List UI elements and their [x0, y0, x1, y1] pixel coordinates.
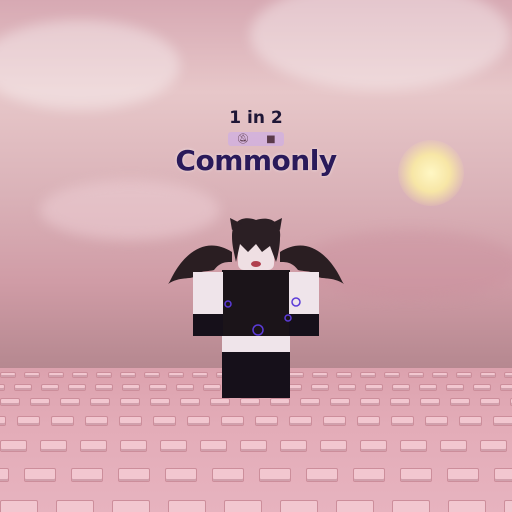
torso-belt: [222, 336, 290, 352]
right-leg: [256, 352, 290, 398]
player-avatar[interactable]: [0, 0, 512, 512]
game-viewport[interactable]: 1 in 2 🔕︎ ■ Commonly: [0, 0, 512, 512]
camera-off-icon: ■: [266, 133, 276, 145]
left-arm: [193, 272, 223, 314]
bell-off-icon: 🔕︎: [236, 133, 250, 145]
right-arm-cuff: [289, 314, 319, 336]
left-arm-cuff: [193, 314, 223, 336]
rarity-popup: 1 in 2 🔕︎ ■ Commonly: [0, 108, 512, 177]
aura-name: Commonly: [175, 144, 337, 177]
right-arm: [289, 272, 319, 314]
left-leg: [222, 352, 256, 398]
mouth: [251, 261, 261, 267]
torso: [222, 270, 290, 340]
rarity-odds: 1 in 2: [229, 108, 283, 128]
